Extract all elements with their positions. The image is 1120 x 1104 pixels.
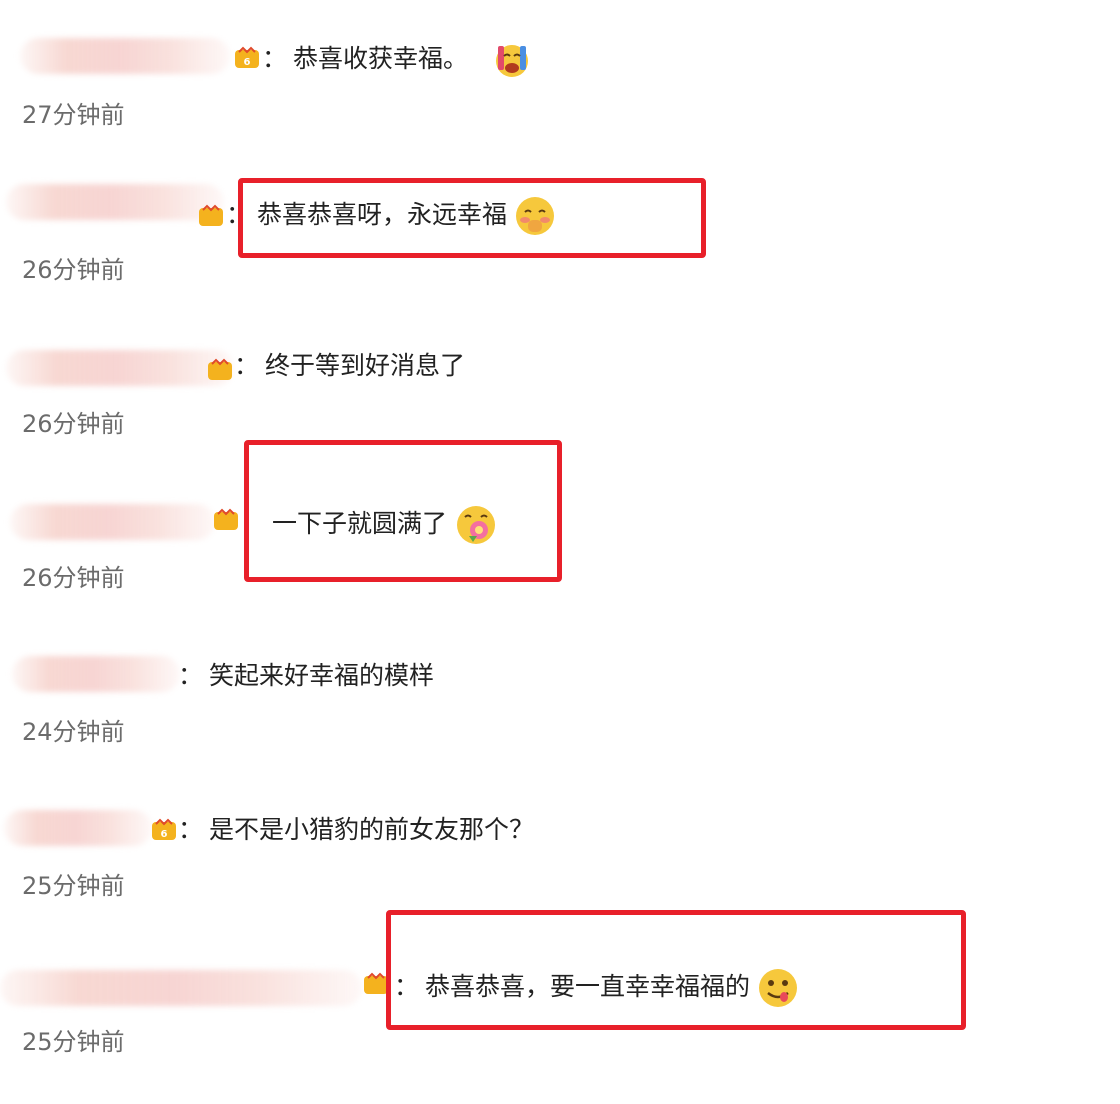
svg-text:6: 6 xyxy=(161,829,168,840)
comment-body: 恭喜收获幸福。 xyxy=(293,44,469,73)
comment-item: ：恭喜恭喜，要一直幸幸福福的 25分钟前 xyxy=(0,910,1120,1076)
comment-body: 是不是小猎豹的前女友那个？ xyxy=(209,815,535,844)
fan-badge-icon: 6 xyxy=(235,46,259,68)
timestamp: 26分钟前 xyxy=(22,564,125,592)
timestamp: 24分钟前 xyxy=(22,718,125,746)
fan-badge-icon xyxy=(199,204,223,226)
blurred-username[interactable] xyxy=(12,656,180,692)
blurred-username[interactable] xyxy=(20,38,230,74)
fan-badge-icon xyxy=(208,358,232,380)
separator: ： xyxy=(178,815,204,844)
comment-body: 笑起来好幸福的模样 xyxy=(209,661,435,690)
separator: ： xyxy=(234,351,260,380)
comment-item: ：笑起来好幸福的模样 24分钟前 xyxy=(0,616,1120,766)
comment-item: ：恭喜恭喜呀，永远幸福 26分钟前 xyxy=(0,154,1120,304)
blurred-username[interactable] xyxy=(0,970,362,1006)
highlight-box xyxy=(244,440,562,582)
comment-text: ：笑起来好幸福的模样 xyxy=(178,658,434,694)
comment-text: ：终于等到好消息了 xyxy=(234,348,465,384)
blurred-username[interactable] xyxy=(6,184,224,220)
separator: ： xyxy=(262,44,288,73)
blurred-username[interactable] xyxy=(4,810,152,846)
highlight-box xyxy=(386,910,966,1030)
fan-badge-icon: 6 xyxy=(152,818,176,840)
highlight-box xyxy=(238,178,706,258)
timestamp: 25分钟前 xyxy=(22,872,125,900)
timestamp: 25分钟前 xyxy=(22,1028,125,1056)
separator: ： xyxy=(178,661,204,690)
blurred-username[interactable] xyxy=(10,504,215,540)
comment-text: ：是不是小猎豹的前女友那个？ xyxy=(178,812,534,848)
timestamp: 26分钟前 xyxy=(22,410,125,438)
comment-text: ：恭喜收获幸福。 xyxy=(262,40,532,80)
comment-body: 终于等到好消息了 xyxy=(265,351,466,380)
timestamp: 27分钟前 xyxy=(22,101,125,129)
crying-face-icon xyxy=(496,45,529,77)
comment-item: 6 ：是不是小猎豹的前女友那个？ 25分钟前 xyxy=(0,770,1120,920)
comment-item: 一下子就圆满了 26分钟前 xyxy=(0,440,1120,612)
comment-item: ：终于等到好消息了 26分钟前 xyxy=(0,308,1120,458)
comment-item: 6 ：恭喜收获幸福。 27分钟前 xyxy=(0,0,1120,150)
blurred-username[interactable] xyxy=(6,350,234,386)
timestamp: 26分钟前 xyxy=(22,256,125,284)
fan-badge-icon xyxy=(214,508,238,530)
svg-text:6: 6 xyxy=(244,57,251,68)
